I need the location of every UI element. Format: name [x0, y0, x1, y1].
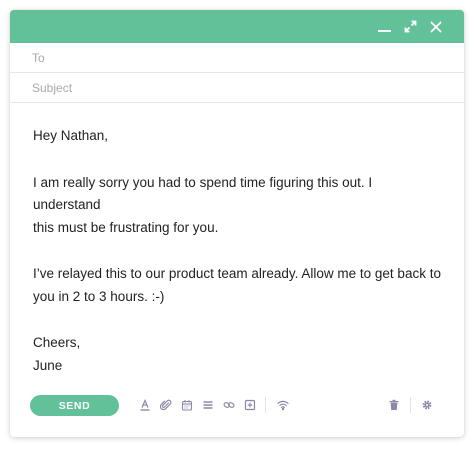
subject-field: [10, 73, 464, 103]
minimize-icon[interactable]: [377, 20, 391, 34]
subject-input[interactable]: [32, 73, 464, 102]
toolbar-divider: [265, 397, 266, 413]
send-button[interactable]: SEND: [30, 395, 119, 416]
trash-icon[interactable]: [388, 399, 400, 411]
toolbar-divider-right: [410, 397, 411, 413]
to-field: [10, 43, 464, 73]
to-input[interactable]: [32, 43, 464, 72]
compose-toolbar: SEND: [10, 393, 464, 417]
signoff: Cheers,: [33, 335, 81, 350]
paragraph-1: I am really sorry you had to spend time …: [33, 172, 441, 240]
calendar-icon[interactable]: [181, 399, 193, 411]
wifi-icon[interactable]: [277, 399, 289, 411]
link-icon[interactable]: [223, 399, 235, 411]
paragraph-2: I’ve relayed this to our product team al…: [33, 263, 441, 308]
paragraph-2-line-2: you in 2 to 3 hours. :-): [33, 288, 165, 304]
paragraph-1-line-2: this must be frustrating for you.: [33, 219, 219, 235]
attachment-icon[interactable]: [160, 399, 172, 411]
gear-icon[interactable]: [421, 399, 433, 411]
list-icon[interactable]: [202, 399, 214, 411]
expand-icon[interactable]: [403, 20, 417, 34]
close-icon[interactable]: [429, 20, 443, 34]
add-box-icon[interactable]: [244, 399, 256, 411]
signature: June: [33, 357, 63, 373]
greeting: Hey Nathan,: [33, 128, 109, 143]
text-format-icon[interactable]: [139, 399, 151, 411]
message-body[interactable]: Hey Nathan, I am really sorry you had to…: [10, 103, 464, 377]
paragraph-1-line-1: I am really sorry you had to spend time …: [33, 174, 373, 213]
compose-window: Hey Nathan, I am really sorry you had to…: [10, 10, 464, 437]
paragraph-2-line-1: I’ve relayed this to our product team al…: [33, 266, 441, 281]
title-bar: [10, 10, 464, 43]
